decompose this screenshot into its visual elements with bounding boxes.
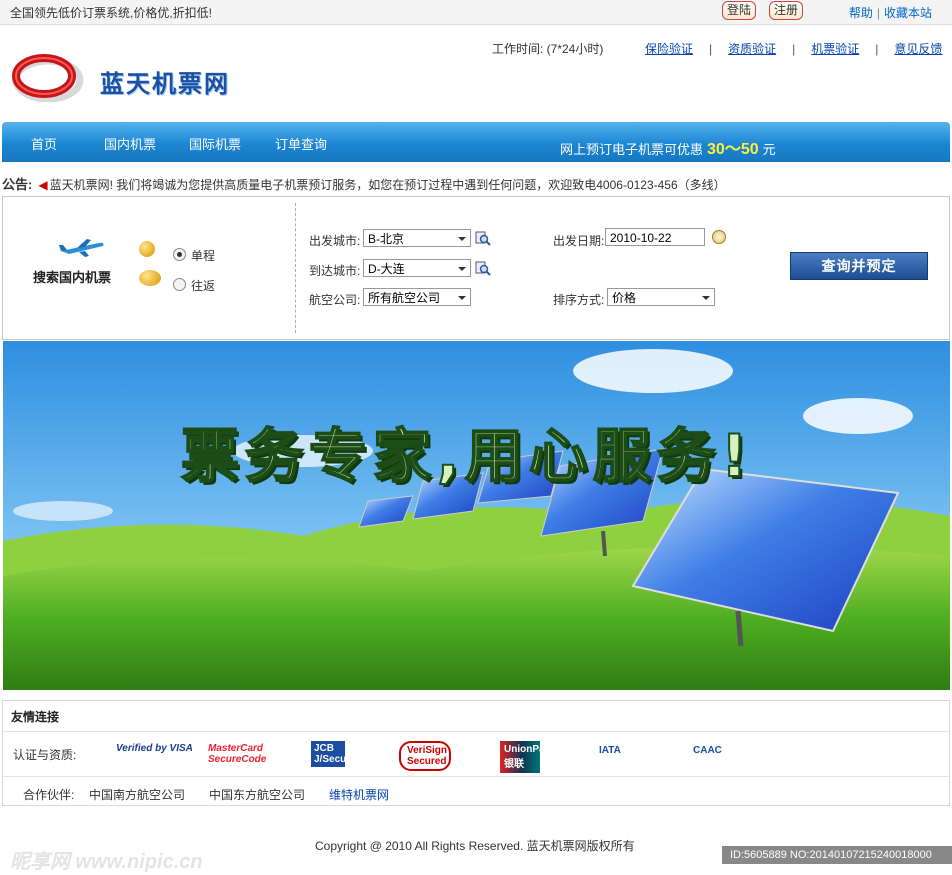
site-logo[interactable]: 蓝天机票网 xyxy=(12,52,242,108)
chevron-down-icon xyxy=(458,296,466,300)
jcb-logo[interactable]: JCB J/Secure xyxy=(311,741,356,767)
roundtrip-label: 往返 xyxy=(191,279,216,293)
watermark: 昵享网 www.nipic.cn xyxy=(10,851,203,873)
notice-label: 公告: xyxy=(2,177,33,192)
copyright: Copyright @ 2010 All Rights Reserved. 蓝天… xyxy=(315,839,635,853)
roundtrip-radio[interactable] xyxy=(173,278,186,291)
top-sep: | xyxy=(876,6,880,20)
calendar-icon[interactable] xyxy=(712,230,726,244)
notice-bar: 公告: ◀ 蓝天机票网! 我们将竭诚为您提供高质量电子机票预订服务，如您在预订过程中… xyxy=(2,174,726,193)
oneway-label: 单程 xyxy=(191,249,216,263)
nav-promo: 网上预订电子机票可优惠 30～50 元 xyxy=(560,135,776,159)
depart-city-label: 出发城市: xyxy=(309,234,361,248)
arrive-city-value: D-大连 xyxy=(368,262,405,276)
top-bar: 全国领先低价订票系统,价格优,折扣低! 登陆 注册 帮助 | 收藏本站 xyxy=(0,0,952,25)
nav-international[interactable]: 国际机票 xyxy=(189,134,241,153)
favorite-link[interactable]: 收藏本站 xyxy=(884,6,932,20)
airline-value: 所有航空公司 xyxy=(368,291,441,305)
verisign-logo[interactable]: VeriSign Secured xyxy=(399,741,451,771)
date-input[interactable]: 2010-10-22 xyxy=(605,228,705,246)
city-search-icon[interactable] xyxy=(475,230,491,246)
speaker-icon: ◀ xyxy=(38,178,48,192)
cert-label: 认证与资质: xyxy=(13,748,77,762)
airline-label: 航空公司: xyxy=(309,293,361,307)
visa-logo[interactable]: Verified by VISA xyxy=(116,743,193,754)
top-links: 帮助 | 收藏本站 xyxy=(849,4,932,21)
main-nav: 首页 国内机票 国际机票 订单查询 网上预订电子机票可优惠 30～50 元 xyxy=(2,122,950,162)
sort-label: 排序方式: xyxy=(553,293,605,307)
friend-links-panel: 友情连接 认证与资质: Verified by VISA MasterCard … xyxy=(2,700,950,806)
chevron-down-icon xyxy=(458,237,466,241)
unionpay-logo[interactable]: UnionPay 银联 xyxy=(500,741,550,773)
links-header: 友情连接 xyxy=(11,710,60,724)
sort-value: 价格 xyxy=(612,291,637,305)
partner-link[interactable]: 中国东方航空公司 xyxy=(209,786,305,803)
verify-links: 保险验证 | 资质验证 | 机票验证 | 意见反馈 xyxy=(645,40,942,57)
nav-home[interactable]: 首页 xyxy=(31,134,57,153)
verify-sep: | xyxy=(792,42,796,56)
insurance-verify-link[interactable]: 保险验证 xyxy=(645,42,693,56)
site-name: 蓝天机票网 xyxy=(100,70,230,98)
help-link[interactable]: 帮助 xyxy=(849,6,873,20)
iata-logo[interactable]: IATA xyxy=(599,745,621,756)
search-submit-button[interactable]: 查询并预定 xyxy=(790,252,928,280)
links-divider xyxy=(3,731,949,732)
notice-text: 蓝天机票网! 我们将竭诚为您提供高质量电子机票预订服务，如您在预订过程中遇到任何… xyxy=(49,178,726,192)
roundtrip-ball-icon xyxy=(139,270,161,286)
date-value: 2010-10-22 xyxy=(610,231,672,245)
banner-slogan: 票务专家,用心服务! xyxy=(180,421,754,491)
register-button[interactable]: 注册 xyxy=(769,1,804,20)
city-search-icon[interactable] xyxy=(475,260,491,276)
nav-order-query[interactable]: 订单查询 xyxy=(275,134,327,153)
promo-text: 网上预订电子机票可优惠 xyxy=(560,142,704,157)
links-divider xyxy=(3,776,949,777)
hero-banner[interactable]: 票务专家,用心服务! xyxy=(3,341,950,690)
logo-ring-icon xyxy=(12,54,84,102)
chevron-down-icon xyxy=(458,267,466,271)
banner-image xyxy=(3,341,950,690)
partner-link[interactable]: 维特机票网 xyxy=(329,786,389,803)
qualification-verify-link[interactable]: 资质验证 xyxy=(728,42,776,56)
airline-select[interactable]: 所有航空公司 xyxy=(363,288,471,306)
flight-search-panel: 搜索国内机票 单程 往返 出发城市: B-北京 到达城市: D-大连 航空公司:… xyxy=(2,196,950,340)
partner-label: 合作伙伴: xyxy=(23,788,75,802)
verify-sep: | xyxy=(709,42,713,56)
work-time: 工作时间: (7*24小时) xyxy=(492,42,604,56)
ticket-verify-link[interactable]: 机票验证 xyxy=(811,42,859,56)
airplane-icon xyxy=(59,239,104,257)
image-id-tag: ID:5605889 NO:20140107215240018000 xyxy=(722,846,952,864)
promo-value: 30～50 xyxy=(707,141,759,158)
sort-select[interactable]: 价格 xyxy=(607,288,715,306)
feedback-link[interactable]: 意见反馈 xyxy=(894,42,942,56)
search-divider xyxy=(295,203,296,333)
top-slogan: 全国领先低价订票系统,价格优,折扣低! xyxy=(10,6,213,20)
nav-domestic[interactable]: 国内机票 xyxy=(104,134,156,153)
mastercard-logo[interactable]: MasterCard SecureCode xyxy=(208,743,278,765)
oneway-radio[interactable] xyxy=(173,248,186,261)
date-label: 出发日期: xyxy=(553,234,605,248)
chevron-down-icon xyxy=(702,296,710,300)
partner-link[interactable]: 中国南方航空公司 xyxy=(89,786,185,803)
depart-city-value: B-北京 xyxy=(368,232,405,246)
oneway-ball-icon xyxy=(139,241,155,257)
login-button[interactable]: 登陆 xyxy=(722,1,757,20)
promo-unit: 元 xyxy=(762,142,776,157)
search-title: 搜索国内机票 xyxy=(33,270,112,285)
caac-logo[interactable]: CAAC xyxy=(693,745,722,756)
verify-sep: | xyxy=(875,42,879,56)
depart-city-select[interactable]: B-北京 xyxy=(363,229,471,247)
arrive-city-select[interactable]: D-大连 xyxy=(363,259,471,277)
arrive-city-label: 到达城市: xyxy=(309,264,361,278)
